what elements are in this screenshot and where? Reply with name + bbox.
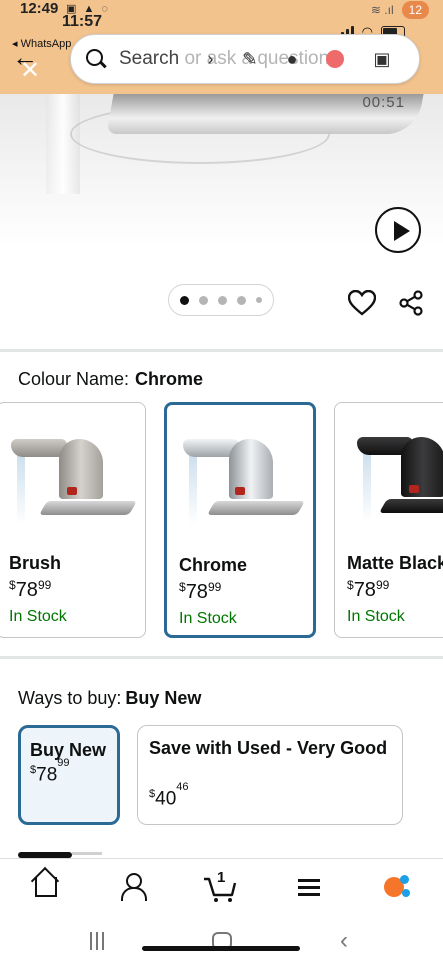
- buy-new-option[interactable]: Buy New $7899: [18, 725, 120, 825]
- bottom-nav: 1: [0, 858, 443, 914]
- colour-option-chrome[interactable]: Chrome $7899 In Stock: [164, 402, 316, 638]
- heart-icon[interactable]: [348, 290, 376, 316]
- person-icon[interactable]: ●: [287, 49, 298, 70]
- buy-option-price: $4046: [149, 781, 189, 810]
- water-stream-image: [46, 94, 80, 194]
- section-divider: [0, 349, 443, 352]
- cart-count-badge: 1: [217, 869, 226, 886]
- play-icon[interactable]: [375, 207, 421, 253]
- search-icon: [85, 48, 107, 70]
- status-bar-right: ≋ .ıl 12: [371, 0, 429, 20]
- matte-black-faucet-image: [335, 403, 443, 543]
- page-dot[interactable]: [218, 295, 227, 305]
- android-back-icon[interactable]: ‹: [340, 929, 348, 953]
- ways-to-buy-label: Ways to buy: Buy New: [18, 688, 201, 709]
- chrome-faucet-image: [167, 405, 313, 545]
- colour-option-price: $7899: [347, 578, 390, 601]
- colour-selected-value: Chrome: [135, 369, 204, 389]
- ways-label-text: Ways to buy:: [18, 688, 122, 708]
- home-icon[interactable]: [28, 871, 64, 903]
- brush-faucet-image: [0, 403, 145, 543]
- colour-option-stock: In Stock: [347, 608, 405, 625]
- colour-option-name: Matte Black: [347, 553, 443, 573]
- colour-label-text: Colour Name:: [18, 369, 130, 389]
- page-dot[interactable]: [180, 295, 189, 305]
- section-divider: [0, 656, 443, 659]
- app-header: 12:49 ▣ ▲ ◌ 11:57 ◂ WhatsApp ≋ .ıl 12 ◠ …: [0, 0, 443, 94]
- colour-option-brush[interactable]: Brush $7899 In Stock: [0, 402, 146, 638]
- colour-option-stock: In Stock: [9, 608, 67, 625]
- colour-option-name: Chrome: [179, 555, 248, 575]
- image-pagination[interactable]: [168, 284, 274, 316]
- buy-option-name: Save with Used - Very Good: [149, 738, 388, 758]
- page-dot[interactable]: [199, 295, 208, 305]
- ios-clock: 11:57: [62, 13, 103, 30]
- record-icon[interactable]: [326, 50, 345, 68]
- recents-icon[interactable]: [90, 932, 108, 950]
- colour-option-name: Brush: [9, 553, 62, 573]
- ways-selected-value: Buy New: [125, 688, 202, 708]
- page-dot[interactable]: [237, 295, 246, 305]
- page-dot[interactable]: [256, 297, 262, 303]
- buy-option-price: $7899: [30, 757, 70, 786]
- cart-icon[interactable]: 1: [202, 869, 238, 903]
- carousel-scroll-track: [72, 852, 102, 855]
- colour-option-price: $7899: [179, 580, 222, 603]
- colour-name-label: Colour Name: Chrome: [18, 369, 203, 390]
- menu-icon[interactable]: [292, 871, 328, 903]
- android-navigation-bar: ‹: [0, 914, 443, 960]
- search-bar[interactable]: Search or ask a question › ✎ ● ▣: [70, 34, 420, 84]
- pencil-icon[interactable]: ✎: [243, 49, 258, 70]
- video-timestamp: 00:51: [362, 94, 405, 111]
- close-icon[interactable]: ✕: [20, 58, 40, 84]
- product-media[interactable]: 00:51: [0, 94, 443, 350]
- buy-used-option[interactable]: Save with Used - Very Good $4046: [137, 725, 403, 825]
- colour-option-price: $7899: [9, 578, 52, 601]
- home-indicator[interactable]: [142, 946, 300, 951]
- colour-option-stock: In Stock: [179, 610, 237, 627]
- rufus-ai-icon[interactable]: [380, 871, 416, 903]
- android-clock: 12:49: [20, 0, 59, 17]
- share-icon[interactable]: [398, 290, 424, 316]
- account-icon[interactable]: [116, 871, 152, 903]
- wifi-signal-icon: ≋ .ıl: [370, 3, 394, 17]
- camera-search-icon[interactable]: ▣: [373, 49, 390, 70]
- screen-recorder-overlay[interactable]: › ✎ ● ▣: [185, 39, 413, 79]
- chevron-right-icon[interactable]: ›: [208, 49, 214, 70]
- battery-badge: 12: [401, 1, 429, 19]
- colour-option-matte-black[interactable]: Matte Black $7899 In Stock: [334, 402, 443, 638]
